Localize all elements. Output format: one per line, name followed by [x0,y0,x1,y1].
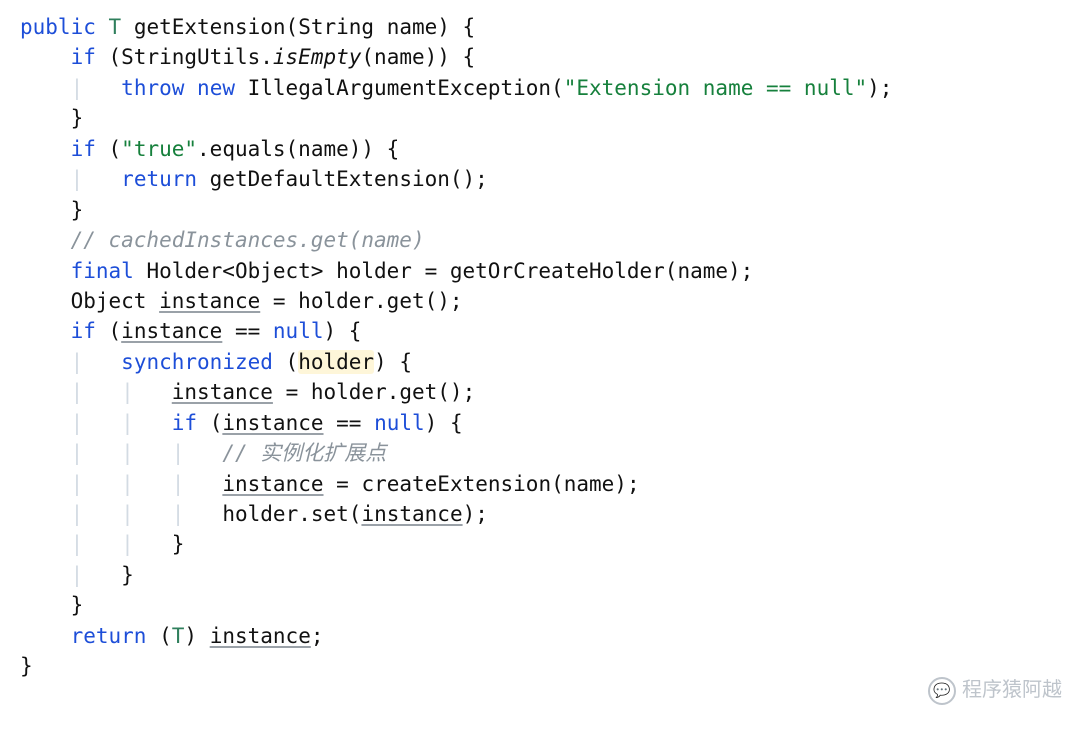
kw-public: public [20,15,96,39]
var-instance: instance [172,380,273,404]
kw-throw: throw [121,76,184,100]
string-literal: "Extension name == null" [564,76,867,100]
comment: // cachedInstances.get(name) [71,228,425,252]
watermark-text: 程序猿阿越 [962,676,1062,705]
type-param: T [109,15,122,39]
var-instance: instance [121,319,222,343]
kw-synchronized: synchronized [121,350,273,374]
kw-if: if [172,411,197,435]
code-block: public T getExtension(String name) { if … [20,12,1060,682]
method-name: getExtension [134,15,286,39]
var-instance: instance [210,624,311,648]
kw-null: null [374,411,425,435]
string-literal: "true" [121,137,197,161]
kw-final: final [71,259,134,283]
watermark: 💬 程序猿阿越 [928,676,1062,705]
kw-return: return [71,624,147,648]
kw-if: if [71,45,96,69]
var-instance: instance [361,502,462,526]
wechat-icon: 💬 [928,677,956,705]
kw-if: if [71,137,96,161]
kw-if: if [71,319,96,343]
kw-return: return [121,167,197,191]
static-call: isEmpty [273,45,362,69]
comment-cn: // 实例化扩展点 [222,441,386,465]
highlight-holder: holder [298,350,374,374]
var-instance: instance [222,472,323,496]
kw-null: null [273,319,324,343]
type-param: T [172,624,185,648]
var-instance: instance [159,289,260,313]
kw-new: new [197,76,235,100]
var-instance: instance [222,411,323,435]
